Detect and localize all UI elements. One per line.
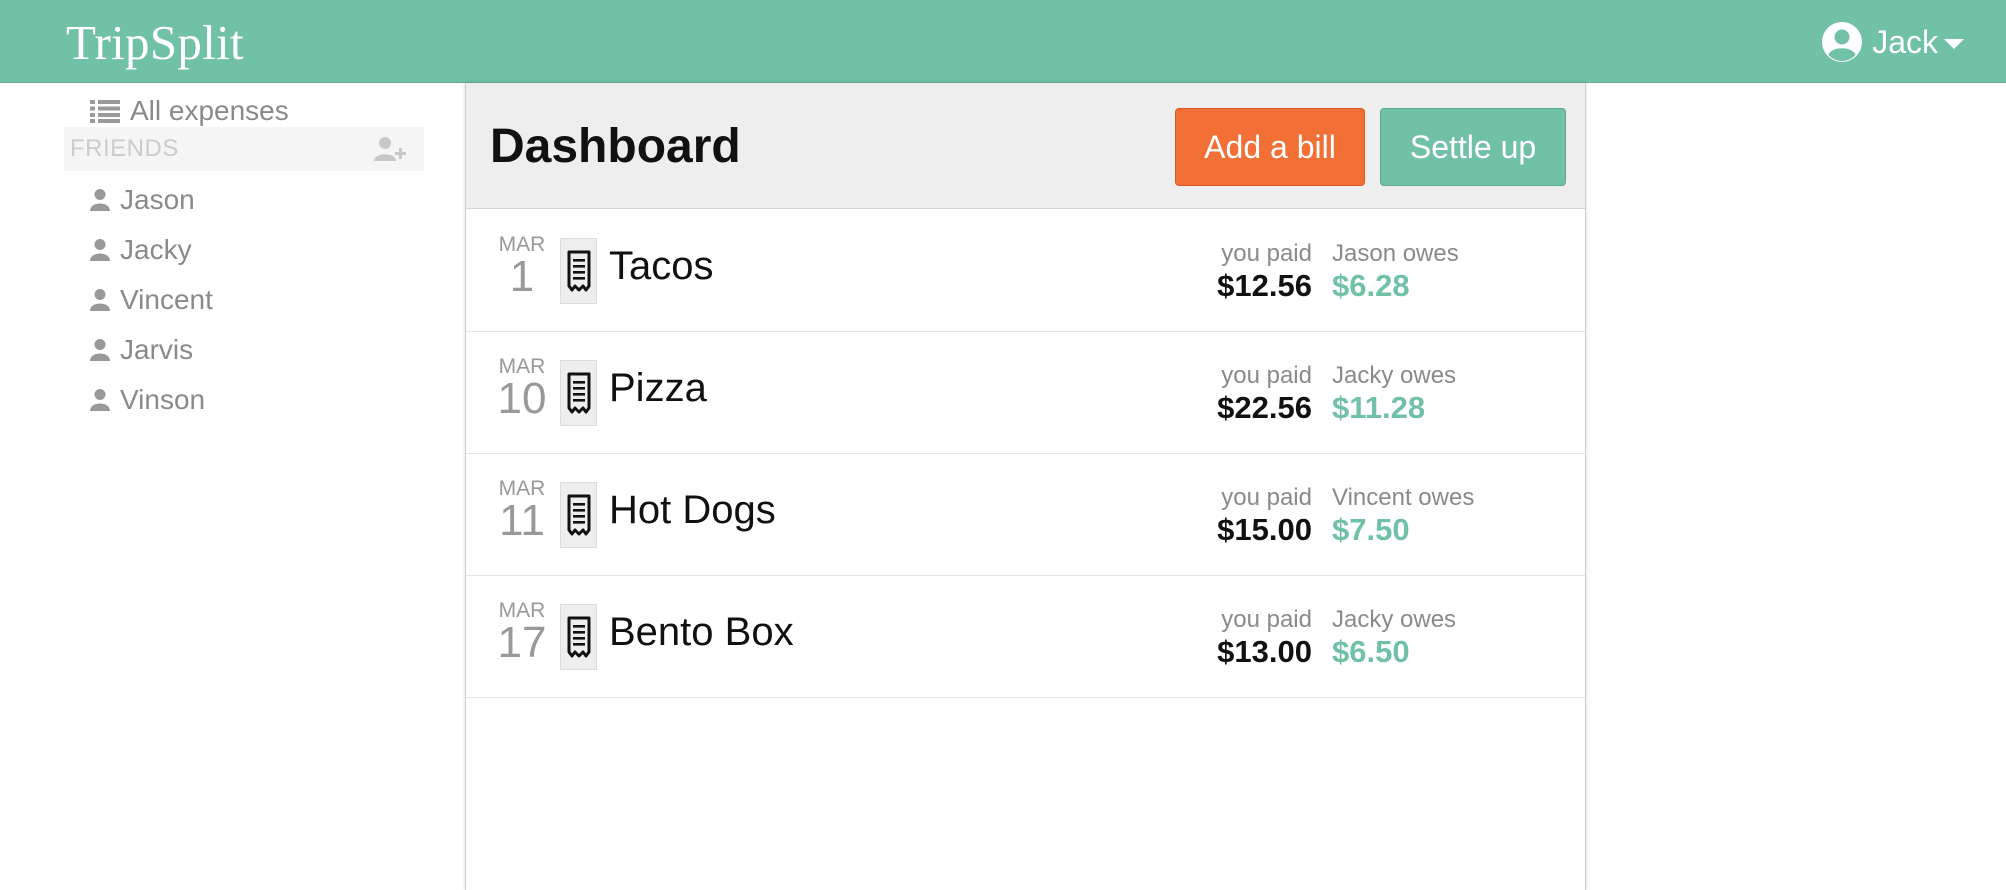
paid-amount: $15.00 — [1217, 512, 1312, 547]
user-icon — [90, 239, 110, 261]
paid-summary: you paid $22.56 — [1217, 362, 1312, 426]
owes-label: Jason owes — [1332, 240, 1459, 267]
chevron-down-icon — [1944, 38, 1964, 49]
expense-name: Bento Box — [609, 610, 794, 654]
owed-summary: Jason owes $6.28 — [1332, 240, 1459, 304]
expense-name: Hot Dogs — [609, 488, 776, 532]
friend-name: Jason — [120, 184, 195, 215]
expense-day: 17 — [497, 618, 547, 667]
paid-amount: $13.00 — [1217, 634, 1312, 669]
expense-day: 11 — [499, 496, 545, 545]
expense-name: Pizza — [609, 366, 707, 410]
friend-item-jacky[interactable]: Jacky — [90, 225, 213, 275]
friend-item-jason[interactable]: Jason — [90, 175, 213, 225]
friend-name: Vincent — [120, 284, 213, 315]
paid-label: you paid — [1221, 484, 1312, 511]
expense-date: MAR 17 — [496, 600, 548, 665]
all-expenses-link[interactable]: All expenses — [90, 91, 289, 131]
receipt-icon — [560, 238, 597, 304]
brand-logo[interactable]: TripSplit — [66, 14, 244, 71]
paid-summary: you paid $15.00 — [1217, 484, 1312, 548]
owed-amount: $11.28 — [1332, 390, 1426, 425]
paid-amount: $12.56 — [1217, 268, 1312, 303]
owes-label: Jacky owes — [1332, 362, 1457, 389]
receipt-icon — [560, 360, 597, 426]
friend-item-vincent[interactable]: Vincent — [90, 275, 213, 325]
owes-label: Vincent owes — [1332, 484, 1475, 511]
dashboard-header: Dashboard Add a bill Settle up — [466, 83, 1585, 209]
owes-label: Jacky owes — [1332, 606, 1457, 633]
expense-name: Tacos — [609, 244, 714, 288]
owed-summary: Vincent owes $7.50 — [1332, 484, 1474, 548]
receipt-icon — [560, 482, 597, 548]
paid-summary: you paid $12.56 — [1217, 240, 1312, 304]
receipt-icon — [560, 604, 597, 670]
expense-row[interactable]: MAR 11 Hot Dogs you paid $15.00 Vincent … — [466, 454, 1585, 576]
expense-day: 10 — [497, 374, 547, 423]
user-icon — [90, 389, 110, 411]
user-icon — [90, 189, 110, 211]
dashboard-panel: Dashboard Add a bill Settle up MAR 1 Tac… — [465, 83, 1586, 890]
expense-date: MAR 11 — [496, 478, 548, 543]
expense-date: MAR 1 — [496, 234, 548, 299]
add-user-icon[interactable] — [374, 136, 408, 162]
paid-label: you paid — [1221, 240, 1312, 267]
user-circle-icon — [1822, 22, 1863, 62]
friends-title: FRIENDS — [70, 135, 179, 162]
owed-amount: $7.50 — [1332, 512, 1410, 547]
owed-summary: Jacky owes $11.28 — [1332, 362, 1456, 426]
user-menu[interactable]: Jack — [1821, 20, 1964, 64]
paid-summary: you paid $13.00 — [1217, 606, 1312, 670]
page-title: Dashboard — [490, 120, 741, 173]
expense-row[interactable]: MAR 17 Bento Box you paid $13.00 Jacky o… — [466, 576, 1585, 698]
friend-name: Jacky — [120, 234, 192, 265]
expense-row[interactable]: MAR 10 Pizza you paid $22.56 Jacky owes … — [466, 332, 1585, 454]
friend-item-vinson[interactable]: Vinson — [90, 375, 213, 425]
user-name: Jack — [1872, 23, 1938, 60]
owed-amount: $6.50 — [1332, 634, 1410, 669]
expense-day: 1 — [509, 252, 535, 301]
list-icon — [90, 100, 120, 123]
top-nav-bar: TripSplit Jack — [0, 0, 2006, 83]
owed-summary: Jacky owes $6.50 — [1332, 606, 1456, 670]
friends-list: Jason Jacky Vincent Jarvis Vinson — [90, 175, 213, 425]
settle-up-button[interactable]: Settle up — [1380, 108, 1566, 186]
expense-row[interactable]: MAR 1 Tacos you paid $12.56 Jason owes $… — [466, 210, 1585, 332]
paid-label: you paid — [1221, 606, 1312, 633]
all-expenses-label: All expenses — [130, 95, 289, 126]
paid-label: you paid — [1221, 362, 1312, 389]
owed-amount: $6.28 — [1332, 268, 1410, 303]
friend-name: Jarvis — [120, 334, 194, 365]
add-bill-button[interactable]: Add a bill — [1175, 108, 1365, 186]
friend-name: Vinson — [120, 384, 206, 415]
expense-date: MAR 10 — [496, 356, 548, 421]
friend-item-jarvis[interactable]: Jarvis — [90, 325, 213, 375]
paid-amount: $22.56 — [1217, 390, 1312, 425]
user-icon — [90, 289, 110, 311]
friends-section-header: FRIENDS — [64, 127, 424, 171]
user-icon — [90, 339, 110, 361]
